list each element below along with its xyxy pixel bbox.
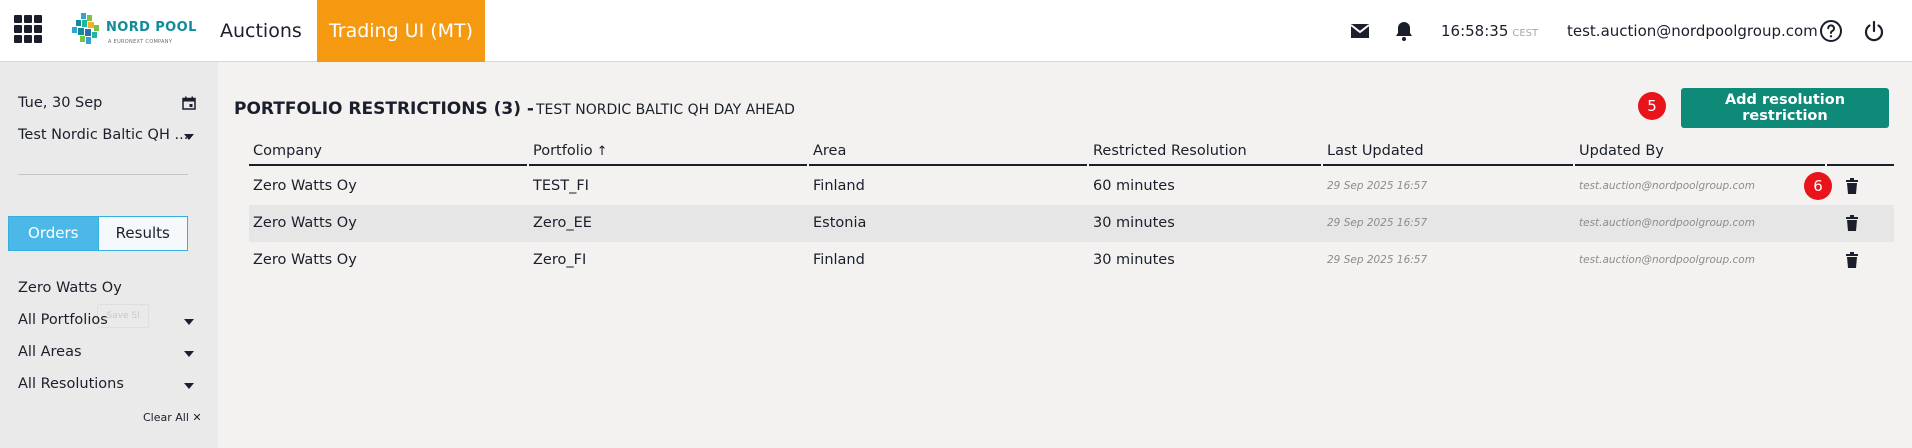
cell-restricted-resolution: 30 minutes [1093, 215, 1175, 231]
delete-trash-icon[interactable] [1845, 178, 1859, 194]
cell-area: Finland [813, 252, 865, 268]
cell-updated-by: test.auction@nordpoolgroup.com [1579, 217, 1755, 229]
cell-area: Estonia [813, 215, 867, 231]
column-header-actions [1827, 142, 1894, 166]
page-title: PORTFOLIO RESTRICTIONS (3) - TEST NORDIC … [234, 99, 795, 119]
cell-area: Finland [813, 178, 865, 194]
add-resolution-restriction-button[interactable]: Add resolution restriction [1681, 88, 1889, 128]
column-header-portfolio[interactable]: Portfolio ↑ [529, 142, 807, 166]
cell-restricted-resolution: 60 minutes [1093, 178, 1175, 194]
power-icon[interactable] [1862, 19, 1886, 43]
help-icon[interactable] [1819, 19, 1843, 43]
sort-ascending-icon[interactable]: ↑ [597, 144, 608, 159]
cell-updated-by: test.auction@nordpoolgroup.com [1579, 254, 1755, 266]
cell-updated-by: test.auction@nordpoolgroup.com [1579, 180, 1755, 192]
table-row: Zero Watts Oy Zero_FI Finland 30 minutes… [249, 242, 1894, 279]
mail-icon[interactable] [1348, 19, 1372, 43]
tab-results[interactable]: Results [97, 217, 187, 250]
clock-time: 16:58:35 [1441, 22, 1509, 40]
table-row: Zero Watts Oy Zero_EE Estonia 30 minutes… [249, 205, 1894, 242]
cell-last-updated: 29 Sep 2025 16:57 [1327, 217, 1428, 229]
chevron-down-icon[interactable] [184, 134, 194, 140]
orders-results-toggle: Orders Results [8, 216, 188, 251]
cell-last-updated: 29 Sep 2025 16:57 [1327, 254, 1428, 266]
cell-portfolio: Zero_FI [533, 252, 587, 268]
clock: 16:58:35 CEST [1441, 22, 1538, 40]
chevron-down-icon[interactable] [184, 351, 194, 357]
column-header-restricted-resolution[interactable]: Restricted Resolution [1089, 142, 1321, 166]
column-header-area[interactable]: Area [809, 142, 1087, 166]
nav-auctions[interactable]: Auctions [220, 0, 302, 62]
logo-mark-icon [72, 13, 99, 44]
area-group-selector[interactable]: Test Nordic Baltic QH ... [18, 127, 188, 143]
step-badge: 6 [1804, 172, 1832, 200]
logo-text: NORD POOL [106, 20, 197, 35]
cell-company: Zero Watts Oy [253, 215, 357, 231]
portfolio-filter[interactable]: All Portfolios [18, 312, 108, 328]
area-filter[interactable]: All Areas [18, 344, 82, 360]
tab-orders[interactable]: Orders [9, 217, 98, 250]
user-email[interactable]: test.auction@nordpoolgroup.com [1567, 22, 1818, 40]
column-header-updated-by[interactable]: Updated By [1575, 142, 1825, 166]
table-row: Zero Watts Oy TEST_FI Finland 60 minutes… [249, 168, 1894, 205]
clear-all-button[interactable]: Clear All ✕ [143, 411, 202, 424]
clock-timezone: CEST [1512, 28, 1539, 39]
divider [18, 174, 188, 175]
cell-portfolio: Zero_EE [533, 215, 592, 231]
delete-trash-icon[interactable] [1845, 252, 1859, 268]
sidebar: Tue, 30 Sep Test Nordic Baltic QH ... Or… [0, 62, 218, 448]
column-header-portfolio-label: Portfolio [533, 143, 593, 159]
date-selector[interactable]: Tue, 30 Sep [18, 95, 102, 111]
bell-icon[interactable] [1392, 19, 1416, 43]
cell-portfolio: TEST_FI [533, 178, 589, 194]
calendar-icon[interactable] [182, 96, 196, 110]
page-title-market: TEST NORDIC BALTIC QH DAY AHEAD [535, 102, 795, 118]
apps-grid-icon[interactable] [14, 15, 42, 43]
cell-company: Zero Watts Oy [253, 252, 357, 268]
chevron-down-icon[interactable] [184, 319, 194, 325]
page-title-main: PORTFOLIO RESTRICTIONS (3) - [234, 99, 534, 119]
nord-pool-logo[interactable]: NORD POOL A EURONEXT COMPANY [72, 13, 196, 49]
chevron-down-icon[interactable] [184, 383, 194, 389]
top-bar: NORD POOL A EURONEXT COMPANY Auctions Tr… [0, 0, 1912, 62]
column-header-last-updated[interactable]: Last Updated [1323, 142, 1573, 166]
resolution-filter[interactable]: All Resolutions [18, 376, 124, 392]
nav-trading-ui[interactable]: Trading UI (MT) [317, 0, 485, 62]
cell-restricted-resolution: 30 minutes [1093, 252, 1175, 268]
cell-company: Zero Watts Oy [253, 178, 357, 194]
cell-last-updated: 29 Sep 2025 16:57 [1327, 180, 1428, 192]
step-badge: 5 [1638, 92, 1666, 120]
company-name: Zero Watts Oy [18, 280, 122, 296]
delete-trash-icon[interactable] [1845, 215, 1859, 231]
logo-subtext: A EURONEXT COMPANY [108, 39, 173, 45]
column-header-company[interactable]: Company [249, 142, 527, 166]
